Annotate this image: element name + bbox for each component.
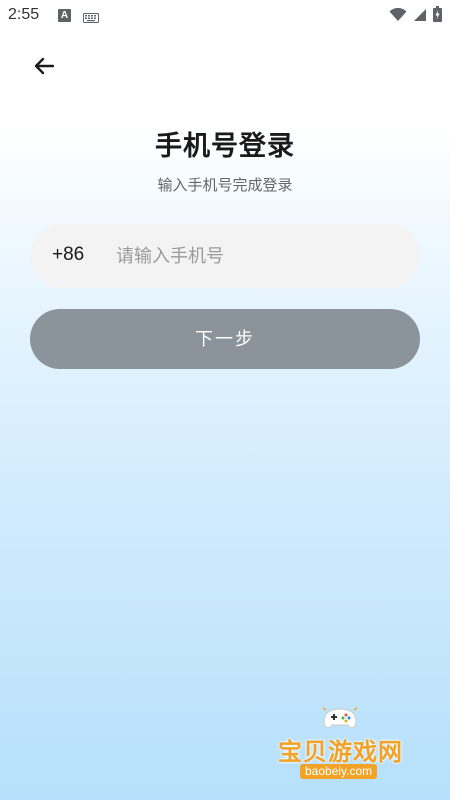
battery-icon — [433, 6, 442, 26]
phone-input-container: +86 — [30, 224, 420, 288]
back-button[interactable] — [26, 50, 62, 86]
accessibility-a-icon: A — [58, 9, 71, 22]
page-subtitle: 输入手机号完成登录 — [157, 176, 293, 194]
arrow-left-icon — [32, 54, 56, 82]
status-icons — [389, 6, 442, 26]
next-step-button[interactable]: 下一步 — [30, 309, 420, 369]
watermark: 宝贝游戏网 baobeiy.com — [270, 700, 420, 790]
cellular-signal-icon — [413, 7, 427, 26]
watermark-url: baobeiy.com — [300, 764, 378, 779]
phone-number-input[interactable] — [116, 236, 396, 276]
country-code[interactable]: +86 — [52, 244, 84, 266]
status-bar: 2:55 A — [0, 0, 450, 32]
watermark-name: 宝贝游戏网 — [278, 738, 403, 766]
wifi-icon — [389, 7, 407, 26]
status-time: 2:55 — [8, 6, 40, 23]
keyboard-icon — [83, 9, 99, 28]
page-title: 手机号登录 — [155, 131, 295, 162]
